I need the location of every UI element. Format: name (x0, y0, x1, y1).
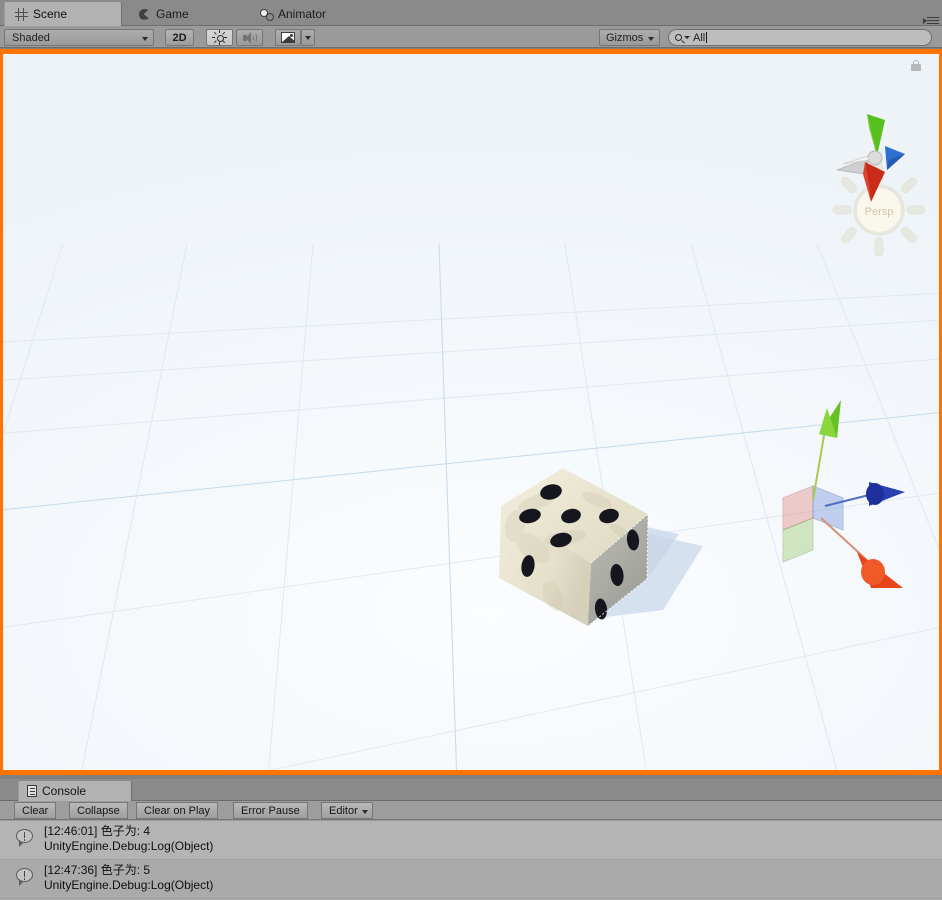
tab-scene-label: Scene (33, 7, 68, 21)
draw-mode-dropdown[interactable]: Shaded (4, 29, 154, 46)
info-icon (16, 829, 35, 847)
collapse-button[interactable]: Collapse (69, 802, 128, 819)
console-panel: Console Clear Collapse Clear on Play Err… (0, 779, 942, 900)
search-value: All (693, 31, 706, 44)
gizmos-dropdown[interactable]: Gizmos (599, 29, 660, 46)
log-message-text: [12:46:01] 色子为: 4 (44, 824, 151, 838)
scene-effects-dropdown[interactable] (301, 29, 315, 46)
unity-editor-window: Scene Game Animator Shaded 2D Gizmos All… (0, 0, 942, 900)
animator-icon (260, 8, 274, 21)
audio-toggle-button[interactable] (236, 29, 263, 46)
lock-icon[interactable] (911, 60, 921, 71)
lighting-toggle-button[interactable] (206, 29, 233, 46)
search-icon[interactable] (675, 34, 690, 41)
info-icon (16, 868, 35, 886)
editor-label: Editor (329, 804, 358, 817)
tab-animator[interactable]: Animator (250, 2, 356, 26)
scene-search-input[interactable]: All (668, 29, 932, 46)
error-pause-label: Error Pause (241, 804, 300, 817)
gamepad-icon (138, 8, 151, 21)
log-stacktrace-text: UnityEngine.Debug:Log(Object) (44, 839, 214, 853)
editor-dropdown[interactable]: Editor (321, 802, 373, 819)
console-icon (27, 785, 37, 797)
tab-animator-label: Animator (278, 7, 327, 21)
scene-effects-button[interactable] (275, 29, 301, 46)
scene-toolbar: Shaded 2D Gizmos All (0, 26, 942, 48)
chevron-down-icon (142, 37, 148, 41)
scene-viewport[interactable]: Persp (3, 54, 939, 770)
tab-game[interactable]: Game (128, 2, 218, 26)
scene-panel-tabbar: Scene Game Animator (0, 0, 942, 26)
tab-game-label: Game (156, 7, 189, 21)
text-cursor (706, 32, 708, 43)
clear-button[interactable]: Clear (14, 802, 57, 819)
image-icon (281, 32, 295, 43)
clear-label: Clear (22, 804, 49, 817)
dice-cube[interactable] (493, 466, 653, 631)
clear-on-play-button[interactable]: Clear on Play (136, 802, 219, 819)
scene-view[interactable]: Persp (0, 49, 942, 775)
panel-menu-icon[interactable] (923, 16, 939, 26)
tab-console-label: Console (42, 784, 87, 798)
toggle-2d-label: 2D (172, 31, 187, 44)
chevron-down-icon (648, 37, 654, 41)
error-pause-button[interactable]: Error Pause (233, 802, 308, 819)
log-message-text: [12:47:36] 色子为: 5 (44, 863, 151, 877)
clear-on-play-label: Clear on Play (144, 804, 211, 817)
collapse-label: Collapse (77, 804, 120, 817)
chevron-down-icon (361, 810, 368, 814)
sun-icon (212, 30, 227, 45)
draw-mode-label: Shaded (12, 31, 50, 44)
tab-console[interactable]: Console (18, 781, 132, 801)
console-toolbar: Clear Collapse Clear on Play Error Pause… (0, 801, 942, 820)
toggle-2d-button[interactable]: 2D (165, 29, 194, 46)
console-message-list[interactable]: [12:46:01] 色子为: 4 UnityEngine.Debug:Log(… (0, 821, 942, 900)
log-stacktrace-text: UnityEngine.Debug:Log(Object) (44, 878, 214, 892)
chevron-down-icon (305, 35, 311, 40)
orientation-gizmo-label: Persp (865, 206, 894, 218)
chevron-down-icon (684, 36, 690, 39)
speaker-icon (242, 31, 257, 44)
grid-hash-icon (15, 7, 28, 21)
move-gizmo[interactable] (765, 390, 925, 603)
list-item[interactable]: [12:46:01] 色子为: 4 UnityEngine.Debug:Log(… (0, 821, 942, 860)
gizmos-label: Gizmos (606, 31, 644, 44)
tab-scene[interactable]: Scene (4, 2, 122, 26)
scene-orientation-gizmo[interactable]: Persp (829, 112, 935, 260)
console-tabbar: Console (0, 779, 942, 801)
list-item[interactable]: [12:47:36] 色子为: 5 UnityEngine.Debug:Log(… (0, 860, 942, 899)
